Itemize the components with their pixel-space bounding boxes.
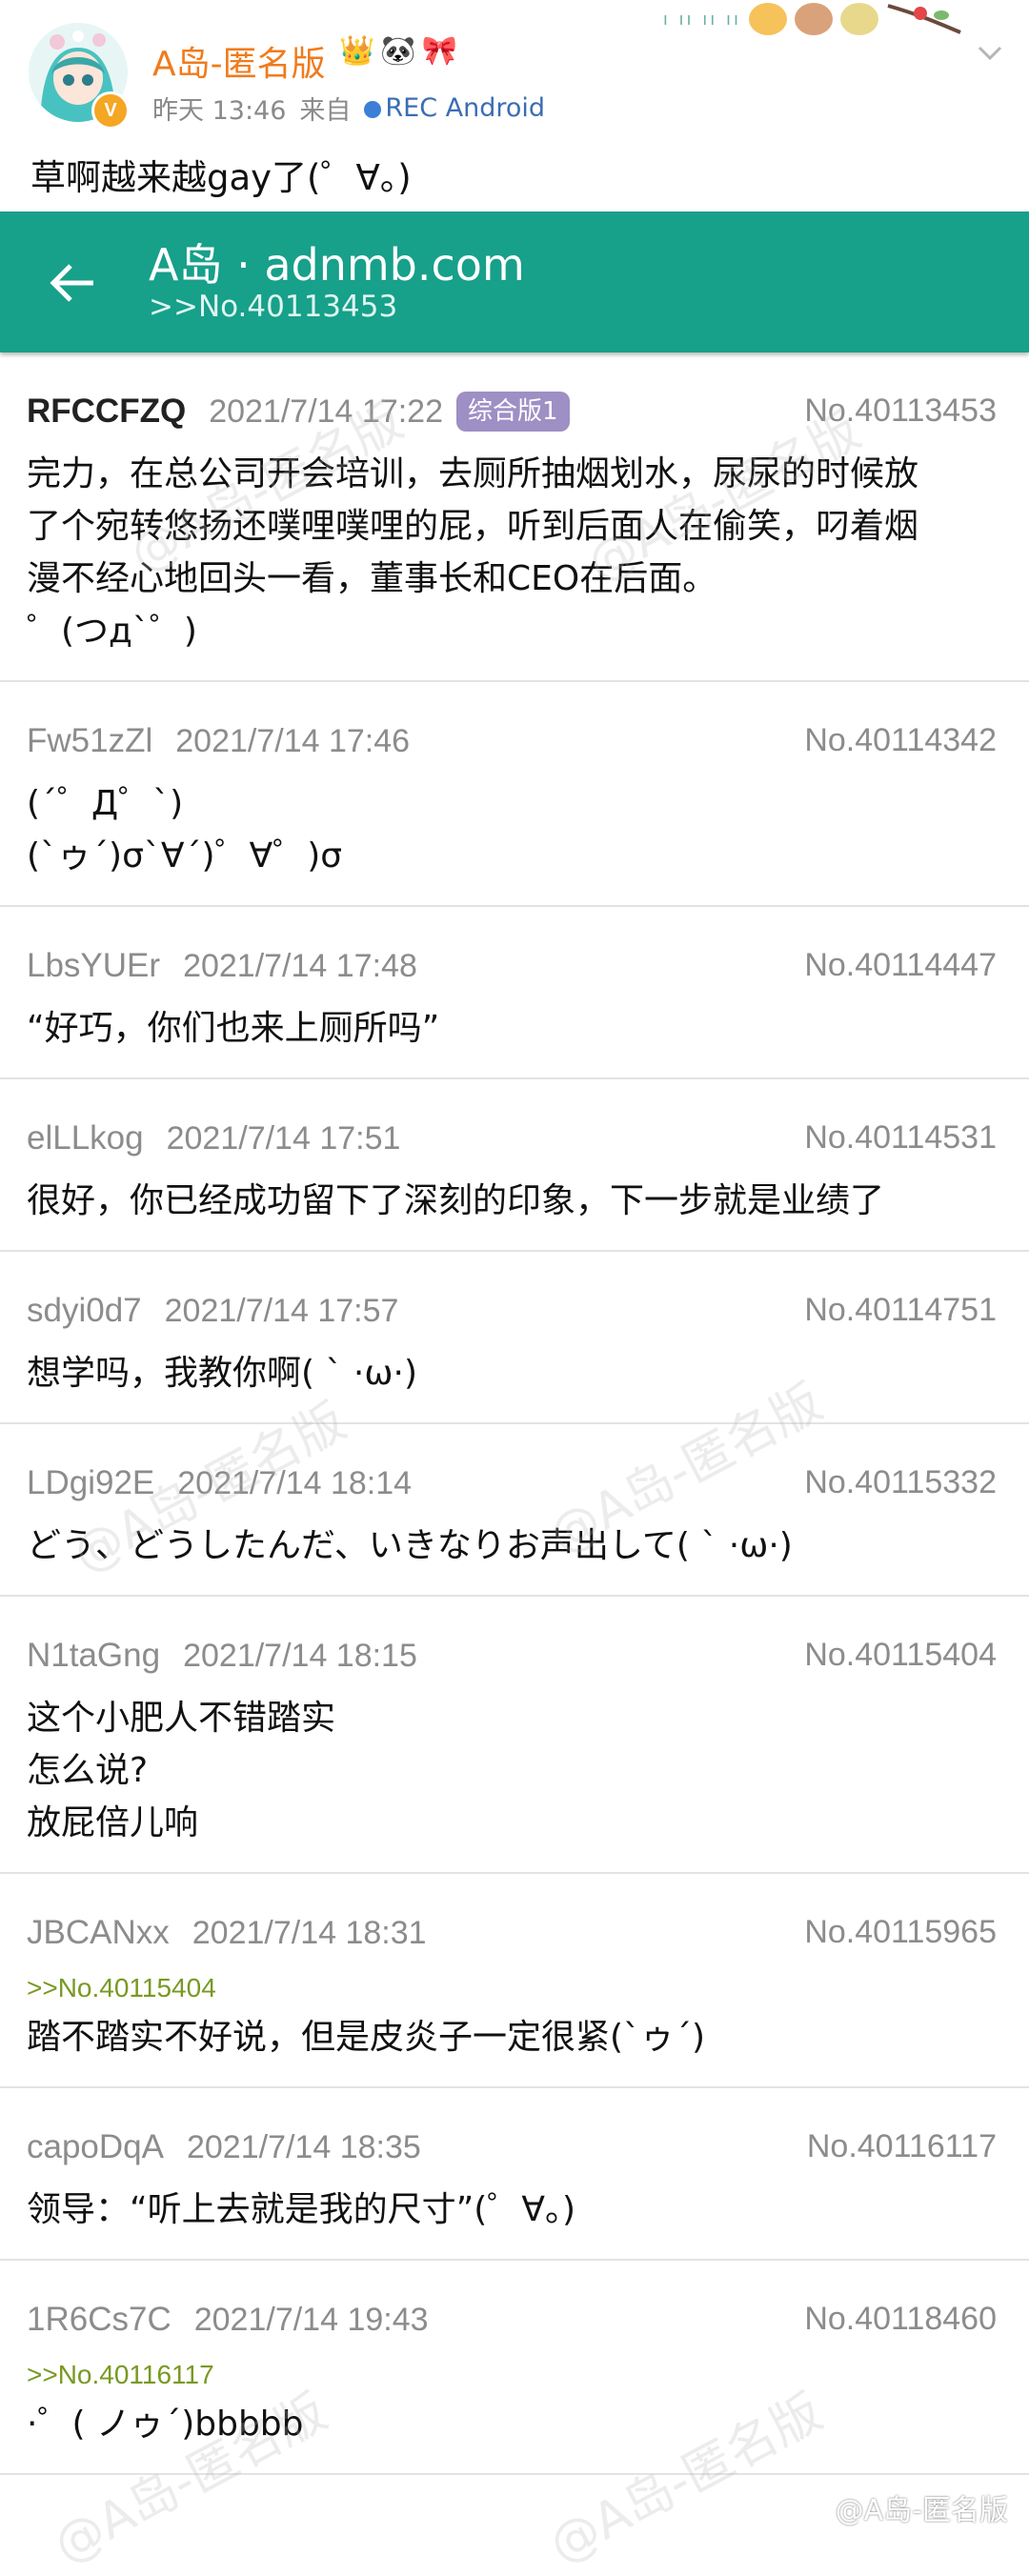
verified-badge: V bbox=[91, 91, 130, 130]
reply-number[interactable]: No.40114751 bbox=[804, 1292, 997, 1329]
reply-number[interactable]: No.40115404 bbox=[804, 1637, 997, 1674]
reply-body: (´゜Д゜`) (`ゥ´)σ`∀´)゜∀゜)σ bbox=[27, 784, 343, 875]
reply-item[interactable]: capoDqA 2021/7/14 18:35 No.40116117 领导：“听上去… bbox=[0, 2119, 1029, 2261]
reply-item[interactable]: RFCCFZQ 2021/7/14 17:22 综合版1 No.40113453 完力，… bbox=[0, 383, 1029, 682]
post-source[interactable]: REC Android bbox=[364, 93, 545, 123]
reply-user-id[interactable]: LDgi92E bbox=[27, 1464, 154, 1502]
reply-time: 2021/7/14 17:46 bbox=[175, 722, 411, 759]
reply-header: sdyi0d7 2021/7/14 17:57 No.40114751 bbox=[27, 1282, 997, 1339]
reply-time: 2021/7/14 18:15 bbox=[183, 1637, 417, 1674]
reply-body: 踏不踏实不好说，但是皮炎子一定很紧(`ゥ´) bbox=[27, 2018, 706, 2057]
reply-number[interactable]: No.40116117 bbox=[807, 2128, 997, 2165]
grass-decoration-icon: ı ıı ıı ıı bbox=[662, 9, 741, 30]
reply-user-id[interactable]: capoDqA bbox=[27, 2128, 164, 2166]
reply-user-id[interactable]: RFCCFZQ bbox=[27, 392, 186, 431]
account-name[interactable]: A岛-匿名版 bbox=[152, 36, 326, 86]
reply-header: LDgi92E 2021/7/14 18:14 No.40115332 bbox=[27, 1455, 997, 1512]
reply-quote-link[interactable]: >>No.40116117 bbox=[27, 2360, 997, 2390]
reply-time: 2021/7/14 18:31 bbox=[192, 1914, 427, 1951]
reply-header: 1R6Cs7C 2021/7/14 19:43 No.40118460 bbox=[27, 2291, 997, 2348]
reply-user-id[interactable]: JBCANxx bbox=[27, 1914, 170, 1952]
reply-header: JBCANxx 2021/7/14 18:31 No.40115965 bbox=[27, 1904, 997, 1962]
reply-number[interactable]: No.40115965 bbox=[804, 1914, 997, 1951]
reply-item[interactable]: LDgi92E 2021/7/14 18:14 No.40115332 どう、どうした… bbox=[0, 1455, 1029, 1597]
app-bar: A岛 · adnmb.com >>No.40113453 bbox=[0, 211, 1029, 352]
reply-user-id[interactable]: elLLkog bbox=[27, 1119, 144, 1157]
chevron-down-icon[interactable] bbox=[976, 38, 1004, 67]
reply-body: “好巧，你们也来上厕所吗” bbox=[27, 1009, 440, 1048]
reply-time: 2021/7/14 17:51 bbox=[166, 1119, 401, 1157]
reply-list: RFCCFZQ 2021/7/14 17:22 综合版1 No.40113453 完力，… bbox=[0, 352, 1029, 2475]
reply-header: N1taGng 2021/7/14 18:15 No.40115404 bbox=[27, 1627, 997, 1684]
reply-item[interactable]: N1taGng 2021/7/14 18:15 No.40115404 这个小肥人不错… bbox=[0, 1627, 1029, 1874]
reply-header: LbsYUEr 2021/7/14 17:48 No.40114447 bbox=[27, 937, 997, 995]
from-label: 来自 bbox=[299, 96, 352, 126]
chick-decoration-icon bbox=[749, 3, 787, 35]
post-text: 草啊越来越gay了(゜∀。) bbox=[30, 157, 412, 198]
reply-item[interactable]: Fw51zZl 2021/7/14 17:46 No.40114342 (´゜Д゜`)… bbox=[0, 713, 1029, 907]
back-arrow-icon[interactable] bbox=[48, 257, 99, 309]
reply-time: 2021/7/14 18:14 bbox=[177, 1464, 413, 1501]
reply-quote-link[interactable]: >>No.40115404 bbox=[27, 1973, 997, 2003]
watermark-footer: @A岛-匿名版 bbox=[835, 2494, 1008, 2527]
reply-body: ·゜( ノゥ´)bbbbb bbox=[27, 2405, 304, 2444]
reply-time: 2021/7/14 19:43 bbox=[193, 2301, 429, 2338]
reply-item[interactable]: 1R6Cs7C 2021/7/14 19:43 No.40118460 >>No.40… bbox=[0, 2291, 1029, 2475]
reply-time: 2021/7/14 17:57 bbox=[164, 1292, 399, 1329]
reply-time: 2021/7/14 18:35 bbox=[186, 2128, 421, 2165]
post-meta: 昨天 13:46 来自 REC Android bbox=[152, 90, 545, 127]
reply-item[interactable]: JBCANxx 2021/7/14 18:31 No.40115965 >>No.40… bbox=[0, 1904, 1029, 2088]
thread-id: >>No.40113453 bbox=[149, 290, 398, 324]
reply-user-id[interactable]: Fw51zZl bbox=[27, 722, 152, 760]
reply-number[interactable]: No.40114342 bbox=[804, 722, 997, 759]
reply-header: RFCCFZQ 2021/7/14 17:22 综合版1 No.40113453 bbox=[27, 383, 997, 440]
reply-body: 领导：“听上去就是我的尺寸”(゜∀。) bbox=[27, 2190, 576, 2229]
source-dot-icon bbox=[364, 100, 382, 118]
ribbon-icon: 🎀 bbox=[421, 34, 458, 68]
reply-user-id[interactable]: 1R6Cs7C bbox=[27, 2301, 172, 2339]
reply-body: 想学吗，我教你啊( ` ·ω·) bbox=[27, 1354, 418, 1393]
card-decoration: ı ıı ıı ıı bbox=[663, 0, 962, 38]
post-time: 昨天 13:46 bbox=[152, 96, 287, 126]
reply-item[interactable]: LbsYUEr 2021/7/14 17:48 No.40114447 “好巧，你们也… bbox=[0, 937, 1029, 1079]
reply-number[interactable]: No.40115332 bbox=[804, 1464, 997, 1501]
reply-header: capoDqA 2021/7/14 18:35 No.40116117 bbox=[27, 2119, 997, 2176]
reply-number[interactable]: No.40118460 bbox=[804, 2301, 997, 2338]
branch-decoration-icon bbox=[887, 4, 961, 34]
bird-decoration-icon bbox=[840, 3, 878, 35]
reply-number[interactable]: No.40114531 bbox=[804, 1119, 997, 1157]
crown-icon: 👑 bbox=[339, 34, 375, 68]
reply-user-id[interactable]: N1taGng bbox=[27, 1637, 160, 1675]
name-emoji-row: 👑 🐼 🎀 bbox=[339, 34, 457, 68]
reply-body: 这个小肥人不错踏实 怎么说? 放屁倍儿响 bbox=[27, 1699, 336, 1842]
reply-header: elLLkog 2021/7/14 17:51 No.40114531 bbox=[27, 1110, 997, 1167]
reply-body: 很好，你已经成功留下了深刻的印象，下一步就是业绩了 bbox=[27, 1181, 885, 1220]
reply-number[interactable]: No.40113453 bbox=[804, 392, 997, 430]
app-title: A岛 · adnmb.com bbox=[149, 239, 525, 291]
reply-time: 2021/7/14 17:22 bbox=[209, 392, 443, 430]
bun-decoration-icon bbox=[795, 3, 833, 35]
reply-body: 完力，在总公司开会培训，去厕所抽烟划水，尿尿的时候放 了个宛转悠扬还噗哩噗哩的屁… bbox=[27, 454, 919, 651]
reply-user-id[interactable]: LbsYUEr bbox=[27, 947, 160, 985]
reply-user-id[interactable]: sdyi0d7 bbox=[27, 1292, 142, 1330]
reply-time: 2021/7/14 17:48 bbox=[183, 947, 417, 984]
reply-item[interactable]: sdyi0d7 2021/7/14 17:57 No.40114751 想学吗，我教你… bbox=[0, 1282, 1029, 1424]
reply-item[interactable]: elLLkog 2021/7/14 17:51 No.40114531 很好，你已经成… bbox=[0, 1110, 1029, 1252]
panda-icon: 🐼 bbox=[380, 34, 416, 68]
reply-number[interactable]: No.40114447 bbox=[804, 947, 997, 984]
reply-body: どう、どうしたんだ、いきなりお声出して( ` ·ω·) bbox=[27, 1526, 793, 1565]
weibo-post-header: V A岛-匿名版 👑 🐼 🎀 昨天 13:46 来自 REC Android ı… bbox=[0, 0, 1029, 211]
board-tag[interactable]: 综合版1 bbox=[456, 392, 570, 432]
reply-header: Fw51zZl 2021/7/14 17:46 No.40114342 bbox=[27, 713, 997, 770]
